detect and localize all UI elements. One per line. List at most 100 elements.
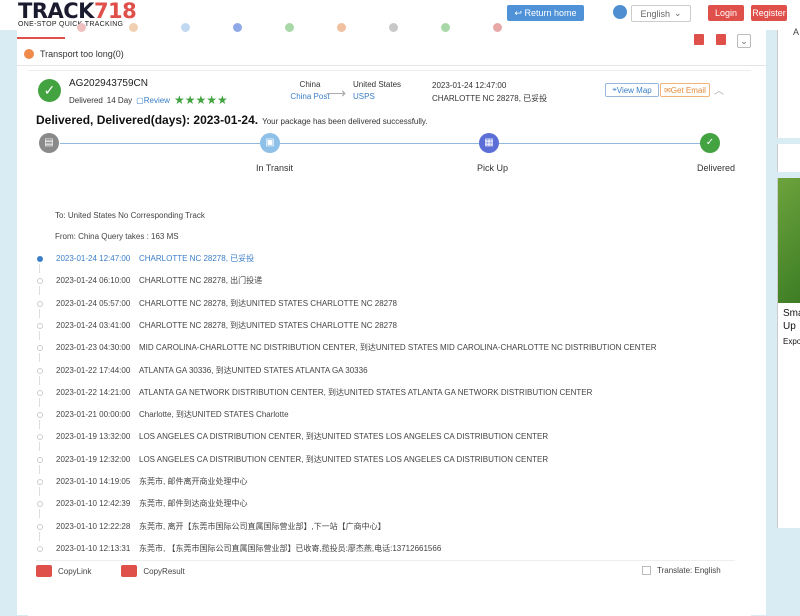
- timeline-connector: [39, 286, 40, 296]
- tracking-event-row: 2023-01-19 12:32:00 LOS ANGELES CA DISTRI…: [56, 454, 548, 465]
- email-icon: ✉: [664, 85, 671, 95]
- filter-dot[interactable]: [181, 23, 190, 32]
- event-description: Charlotte, 到达UNITED STATES Charlotte: [139, 410, 289, 420]
- tracking-event-row: 2023-01-10 12:42:39 东莞市, 邮件到达商业处理中心: [56, 498, 247, 509]
- event-description: ATLANTA GA NETWORK DISTRIBUTION CENTER, …: [139, 387, 593, 397]
- transport-too-long-filter[interactable]: Transport too long(0): [24, 49, 124, 59]
- document-icon[interactable]: [716, 34, 726, 45]
- get-email-button[interactable]: ✉ Get Email: [660, 83, 710, 97]
- event-time: 2023-01-22 14:21:00: [56, 387, 131, 397]
- progress-line: [60, 143, 710, 144]
- ad-title-line2: Up: [783, 321, 796, 332]
- timeline-dot: [37, 345, 43, 352]
- translate-checkbox[interactable]: [642, 566, 651, 575]
- register-button[interactable]: Register: [751, 5, 787, 21]
- logo-text: TRACK: [18, 0, 94, 23]
- stage-label-delivered: Delivered: [697, 163, 736, 173]
- dest-carrier-link[interactable]: USPS: [353, 92, 401, 101]
- timeline-connector: [39, 531, 40, 541]
- logo-number: 718: [93, 0, 137, 23]
- tracking-event-row: 2023-01-22 17:44:00 ATLANTA GA 30336, 到达U…: [56, 365, 368, 376]
- event-time: 2023-01-10 12:13:31: [56, 543, 131, 553]
- filter-dot[interactable]: [77, 23, 86, 32]
- event-description: LOS ANGELES CA DISTRIBUTION CENTER, 到达UN…: [139, 454, 549, 464]
- tracking-event-row: 2023-01-24 05:57:00 CHARLOTTE NC 28278, 到…: [56, 298, 397, 309]
- return-home-button[interactable]: ↩ Return home: [507, 5, 584, 21]
- carrier-filter-strip: [17, 23, 766, 38]
- arrow-right-icon: ⟶: [326, 85, 347, 101]
- tracking-event-row: 2023-01-10 12:13:31 东莞市, 【东莞市国际公司直属国际营业部】…: [56, 543, 441, 554]
- copy-result-icon[interactable]: [121, 565, 138, 577]
- filter-dot[interactable]: [493, 23, 502, 32]
- filter-dot[interactable]: [441, 23, 450, 32]
- timeline-dot: [37, 412, 43, 419]
- filter-dot[interactable]: [337, 23, 346, 32]
- destination-info: United States USPS: [353, 80, 401, 101]
- tracking-event-row: 2023-01-24 03:41:00 CHARLOTTE NC 28278, 到…: [56, 320, 397, 331]
- copy-link-icon[interactable]: [36, 565, 52, 577]
- latest-location: CHARLOTTE NC 28278, 已妥投: [432, 94, 548, 103]
- days-count: 14 Day: [106, 95, 133, 105]
- event-time: 2023-01-22 17:44:00: [56, 365, 131, 375]
- language-select[interactable]: English ⌄: [631, 5, 691, 22]
- filter-dot[interactable]: [129, 23, 138, 32]
- timeline-dot: [37, 545, 43, 552]
- divider: [36, 560, 735, 561]
- stage-label-pick-up: Pick Up: [477, 163, 509, 173]
- export-icon[interactable]: [694, 34, 704, 45]
- timeline-connector: [39, 442, 40, 452]
- chevron-up-icon[interactable]: ︿: [714, 82, 724, 97]
- filter-dot[interactable]: [389, 23, 398, 32]
- rating-stars[interactable]: ★★★★★: [174, 93, 228, 107]
- dest-country: United States: [353, 80, 402, 89]
- timeline-connector: [39, 264, 40, 273]
- timeline-connector: [39, 487, 40, 496]
- headline-subtext: Your package has been delivered successf…: [262, 117, 428, 126]
- tracking-event-row: 2023-01-19 13:32:00 LOS ANGELES CA DISTRI…: [56, 431, 548, 442]
- origin-query-note: From: China Query takes : 163 MS: [55, 232, 179, 241]
- timeline-connector: [39, 375, 40, 385]
- clock-icon: [24, 49, 34, 59]
- timeline-connector: [39, 308, 40, 318]
- review-link[interactable]: ▢Review: [136, 96, 170, 105]
- event-time: 2023-01-24 06:10:00: [56, 276, 131, 286]
- event-description: CHARLOTTE NC 28278, 到达UNITED STATES CHAR…: [139, 298, 397, 308]
- timeline-dot: [37, 434, 43, 441]
- tracking-event-row: 2023-01-24 12:47:00 CHARLOTTE NC 28278, 已…: [56, 253, 254, 264]
- filter-dot[interactable]: [285, 23, 294, 32]
- shipment-card: ✓ AG202943759CN Delivered 14 Day ▢Review…: [28, 70, 751, 616]
- delivery-headline: Delivered, Delivered(days): 2023-01-24. Y…: [36, 113, 428, 127]
- headline-text: Delivered, Delivered(days): 2023-01-24.: [36, 113, 259, 127]
- copy-link-button[interactable]: CopyLink: [58, 567, 91, 576]
- timeline-dot: [37, 479, 43, 485]
- event-description: CHARLOTTE NC 28278, 已妥投: [139, 254, 255, 263]
- in-transit-icon: ▣: [260, 133, 280, 153]
- timeline-connector: [39, 397, 40, 407]
- timeline-dot: [37, 367, 43, 374]
- translate-label: Translate: English: [657, 566, 721, 575]
- side-advertisement[interactable]: Sma Up Expo: [777, 178, 800, 528]
- tracking-event-row: 2023-01-24 06:10:00 CHARLOTTE NC 28278, 出…: [56, 275, 262, 286]
- destination-track-note: To: United States No Corresponding Track: [55, 211, 205, 220]
- expand-toggle-button[interactable]: ⌄: [737, 34, 751, 48]
- filter-dot[interactable]: [233, 23, 242, 32]
- side-panel: A: [777, 27, 800, 138]
- progress-tracker: ▤ ▣ ▦ ✓ In Transit Pick Up Delivered: [28, 133, 751, 173]
- login-button[interactable]: Login: [708, 5, 744, 21]
- event-time: 2023-01-24 03:41:00: [56, 320, 131, 330]
- tracking-number[interactable]: AG202943759CN: [69, 78, 148, 89]
- timeline-connector: [39, 420, 40, 430]
- copy-result-button[interactable]: CopyResult: [143, 567, 184, 576]
- translate-toggle[interactable]: Translate: English: [642, 566, 721, 575]
- view-map-button[interactable]: ⌖ View Map: [605, 83, 659, 97]
- ad-subtitle: Expo: [783, 337, 800, 346]
- event-description: MID CAROLINA-CHARLOTTE NC DISTRIBUTION C…: [139, 343, 657, 353]
- timeline-dot: [37, 300, 43, 307]
- timeline-dot: [37, 501, 43, 508]
- get-email-label: Get Email: [670, 85, 706, 95]
- side-panel-text: A: [793, 27, 800, 37]
- event-time: 2023-01-19 12:32:00: [56, 454, 131, 464]
- ad-image: [778, 178, 800, 303]
- return-arrow-icon: ↩: [514, 7, 525, 18]
- event-time: 2023-01-19 13:32:00: [56, 432, 131, 442]
